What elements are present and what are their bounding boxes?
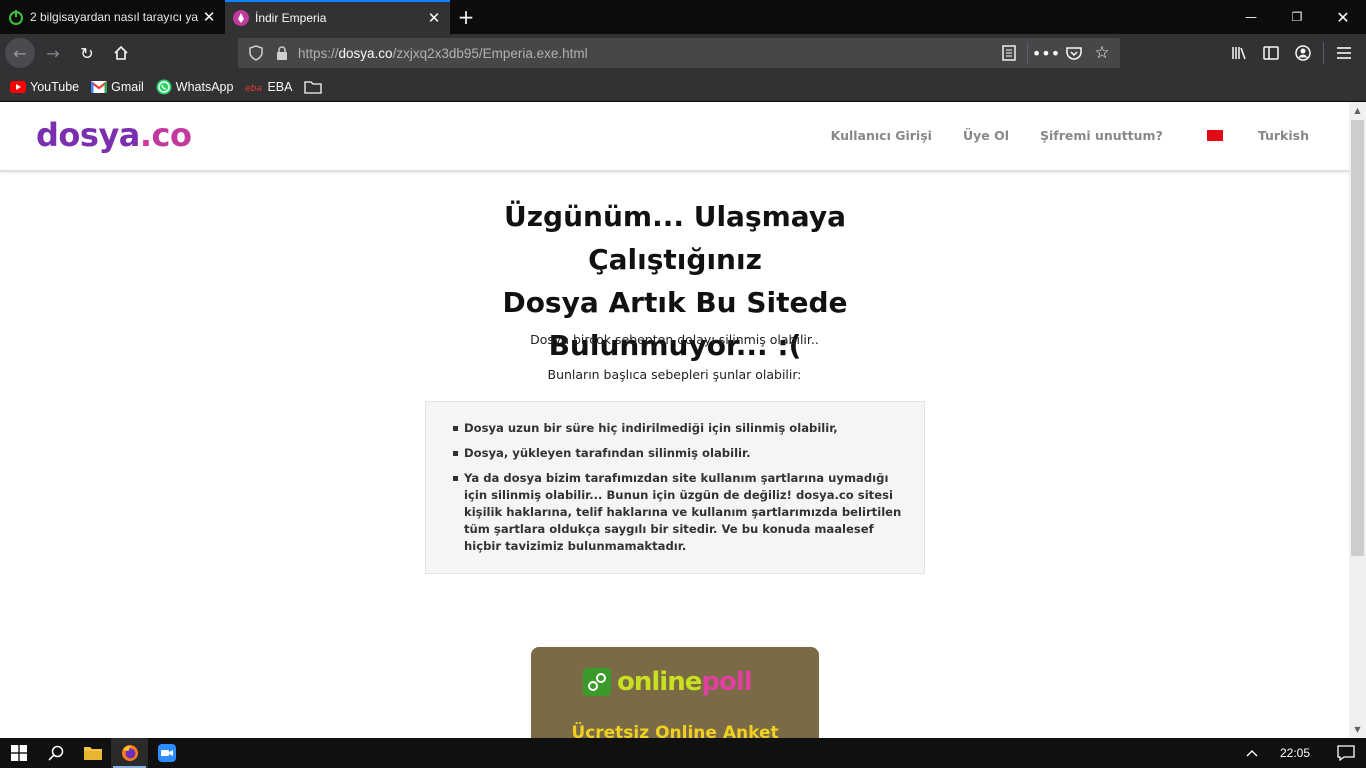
tab-strip: 2 bilgisayardan nasıl tarayıcı ya ✕ İndi…: [0, 0, 1366, 34]
turkey-flag-icon: [1206, 130, 1223, 141]
tab-title: İndir Emperia: [255, 11, 327, 25]
file-explorer-icon[interactable]: [74, 738, 111, 768]
minimize-icon[interactable]: —: [1228, 0, 1274, 34]
gmail-icon: [91, 79, 108, 95]
login-link[interactable]: Kullanıcı Girişi: [831, 128, 932, 143]
site-header: dosya.co Kullanıcı Girişi Üye Ol Şifremi…: [0, 102, 1349, 172]
windows-start-icon[interactable]: [0, 738, 37, 768]
lock-icon[interactable]: [272, 43, 292, 63]
forward-arrow-icon[interactable]: →: [37, 37, 69, 69]
close-window-icon[interactable]: ✕: [1320, 0, 1366, 34]
site-logo[interactable]: dosya.co: [36, 116, 192, 154]
reasons-list: Dosya uzun bir süre hiç indirilmediği iç…: [446, 420, 904, 555]
ad-brand: onlinepoll: [617, 667, 753, 697]
vertical-scrollbar[interactable]: ▲ ▼: [1349, 102, 1366, 738]
navigation-toolbar: ← → ↻ https://dosya.co/zxjxq2x3db95/Empe…: [0, 34, 1366, 72]
bookmark-label: EBA: [267, 79, 293, 94]
back-arrow-icon[interactable]: ←: [5, 38, 35, 68]
reasons-box: Dosya uzun bir süre hiç indirilmediği iç…: [425, 401, 925, 574]
restore-icon[interactable]: ❐: [1274, 0, 1320, 34]
site-nav: Kullanıcı Girişi Üye Ol Şifremi unuttum?…: [800, 128, 1309, 143]
subtitle-reasons-heading: Bunların başlıca sebepleri şunlar olabil…: [547, 367, 802, 382]
scroll-up-arrow-icon[interactable]: ▲: [1349, 102, 1366, 119]
forgot-password-link[interactable]: Şifremi unuttum?: [1040, 128, 1163, 143]
list-item: Dosya uzun bir süre hiç indirilmediği iç…: [446, 420, 904, 437]
windows-taskbar: 22:05: [0, 738, 1366, 768]
ad-tagline: Ücretsiz Online Anket Platformu: [571, 723, 779, 738]
scrollbar-thumb[interactable]: [1351, 120, 1364, 556]
page-viewport: dosya.co Kullanıcı Girişi Üye Ol Şifremi…: [0, 102, 1349, 738]
scroll-down-arrow-icon[interactable]: ▼: [1349, 721, 1366, 738]
tab-0[interactable]: 2 bilgisayardan nasıl tarayıcı ya ✕: [0, 0, 225, 34]
sidebar-icon[interactable]: [1255, 37, 1287, 69]
eba-icon: eba: [245, 79, 263, 95]
page-actions-icon[interactable]: •••: [1032, 39, 1060, 67]
register-link[interactable]: Üye Ol: [963, 128, 1009, 143]
search-icon[interactable]: [37, 738, 74, 768]
notification-icon[interactable]: [1326, 738, 1366, 768]
address-bar[interactable]: https://dosya.co/zxjxq2x3db95/Emperia.ex…: [238, 38, 1120, 68]
title-line: Üzgünüm... Ulaşmaya Çalıştığınız: [504, 200, 846, 276]
firefox-icon[interactable]: [111, 738, 148, 768]
zoom-app-icon[interactable]: [148, 738, 185, 768]
reload-icon[interactable]: ↻: [71, 37, 103, 69]
account-icon[interactable]: [1287, 37, 1319, 69]
language-label: Turkish: [1257, 128, 1309, 143]
tab-title: 2 bilgisayardan nasıl tarayıcı ya: [30, 10, 199, 24]
dosya-favicon: [233, 10, 249, 26]
separator: [1027, 42, 1028, 64]
url-text: https://dosya.co/zxjxq2x3db95/Emperia.ex…: [298, 45, 588, 61]
whatsapp-icon: [156, 79, 172, 95]
window-controls: — ❐ ✕: [1228, 0, 1366, 34]
title-line: Dosya Artık Bu Sitede: [502, 286, 848, 319]
system-tray: 22:05: [1238, 738, 1366, 768]
onlinepoll-logo-icon: [583, 668, 611, 696]
bookmark-youtube[interactable]: YouTube: [10, 79, 79, 95]
onlinepoll-ad-banner[interactable]: onlinepoll Ücretsiz Online Anket Platfor…: [531, 647, 819, 738]
close-tab-icon[interactable]: ✕: [201, 9, 217, 26]
svg-text:eba: eba: [245, 84, 262, 92]
power-icon: [8, 9, 24, 25]
pocket-icon[interactable]: [1060, 39, 1088, 67]
hamburger-menu-icon[interactable]: [1328, 37, 1360, 69]
close-tab-icon[interactable]: ✕: [426, 10, 442, 27]
folder-icon: [304, 79, 323, 95]
reader-view-icon[interactable]: [995, 39, 1023, 67]
bookmark-label: WhatsApp: [175, 79, 234, 94]
home-icon[interactable]: [105, 37, 137, 69]
bookmark-label: YouTube: [30, 79, 80, 94]
ad-logo: onlinepoll: [583, 667, 753, 697]
bookmarks-toolbar: YouTube Gmail WhatsApp eba EBA: [0, 72, 1366, 102]
list-item: Ya da dosya bizim tarafımızdan site kull…: [446, 470, 904, 555]
bookmark-label: Gmail: [111, 79, 144, 94]
youtube-icon: [10, 79, 26, 95]
new-tab-icon[interactable]: +: [450, 0, 482, 34]
subtitle-reason-intro: Dosya birçok sebepten dolayı silinmiş ol…: [530, 332, 819, 347]
bookmark-eba[interactable]: eba EBA: [245, 79, 292, 95]
clock[interactable]: 22:05: [1280, 746, 1310, 760]
language-selector[interactable]: Turkish: [1206, 128, 1309, 143]
bookmark-star-icon[interactable]: ☆: [1088, 39, 1116, 67]
chevron-up-icon[interactable]: [1238, 738, 1266, 768]
bookmark-folder[interactable]: [304, 79, 326, 95]
bookmark-whatsapp[interactable]: WhatsApp: [156, 79, 234, 95]
tracking-shield-icon[interactable]: [246, 43, 266, 63]
list-item: Dosya, yükleyen tarafından silinmiş olab…: [446, 445, 904, 462]
tab-1[interactable]: İndir Emperia ✕: [225, 0, 450, 34]
library-icon[interactable]: [1223, 37, 1255, 69]
bookmark-gmail[interactable]: Gmail: [91, 79, 144, 95]
separator: [1323, 42, 1324, 64]
